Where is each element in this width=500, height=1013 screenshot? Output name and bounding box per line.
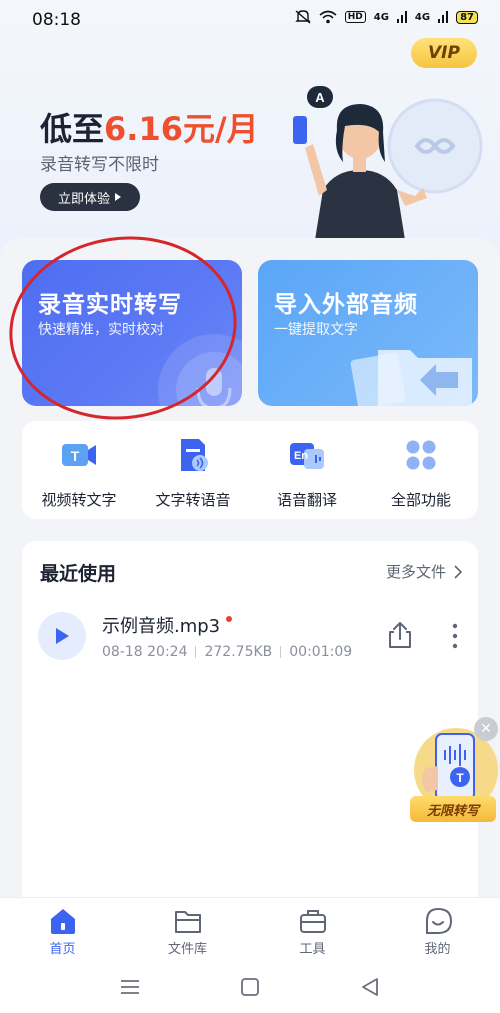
floating-promo-close-icon[interactable]: ✕ <box>474 717 498 741</box>
promo-title-prefix: 低至 <box>40 110 105 148</box>
tool-all-features[interactable]: 全部功能 <box>364 421 478 519</box>
promo-price: 6.16元/月 <box>104 110 259 148</box>
import-audio-card[interactable]: 导入外部音频 一键提取文字 <box>258 260 478 406</box>
nav-profile-label: 我的 <box>424 942 451 957</box>
file-duration: 00:01:09 <box>289 644 353 660</box>
microphone-icon <box>158 334 242 406</box>
nav-library-label: 文件库 <box>167 942 207 957</box>
meta-divider <box>280 646 282 658</box>
more-options-icon[interactable] <box>448 621 462 651</box>
status-bar: 08:18 HD 4G 4G 87 <box>0 0 500 40</box>
tool-voice-translate[interactable]: En 语音翻译 <box>250 421 364 519</box>
battery-indicator: 87 <box>456 10 478 24</box>
promo-title: 低至6.16元/月 <box>40 104 259 150</box>
folder-import-icon <box>350 350 472 406</box>
new-dot <box>226 616 233 622</box>
hero-illustration: A <box>293 86 483 240</box>
file-name-text: 示例音频.mp3 <box>102 616 221 637</box>
play-triangle-icon <box>115 193 121 201</box>
more-files-link[interactable]: 更多文件 <box>386 561 462 582</box>
system-nav-bar <box>0 961 500 1013</box>
all-features-icon <box>406 440 436 470</box>
import-card-subtitle: 一键提取文字 <box>274 322 358 338</box>
vip-badge[interactable]: VIP <box>411 38 477 68</box>
signal-4g-2: 4G <box>414 11 431 23</box>
chevron-right-icon <box>454 564 462 579</box>
status-icons: HD 4G 4G 87 <box>295 10 478 24</box>
record-card-title: 录音实时转写 <box>38 292 182 318</box>
floating-promo-glyph: T <box>456 771 464 785</box>
tool-voice-translate-label: 语音翻译 <box>276 491 337 509</box>
home-icon <box>51 909 75 934</box>
try-now-label: 立即体验 <box>57 191 110 207</box>
folder-icon <box>175 911 201 933</box>
bottom-nav: 首页 文件库 工具 我的 <box>0 897 500 962</box>
nav-tools[interactable]: 工具 <box>250 898 375 962</box>
tool-text-to-speech[interactable]: 文字转语音 <box>136 421 250 519</box>
meta-divider <box>195 646 197 658</box>
mute-icon <box>295 10 311 24</box>
file-date: 08-18 20:24 <box>102 644 188 660</box>
text-to-speech-icon <box>181 439 208 471</box>
video-to-text-icon: T <box>62 444 96 466</box>
nav-tools-label: 工具 <box>299 942 326 957</box>
floating-promo-label[interactable]: 无限转写 <box>410 796 496 822</box>
tool-video-to-text-label: 视频转文字 <box>41 491 117 509</box>
record-transcribe-card[interactable]: 录音实时转写 快速精准，实时校对 <box>22 260 242 406</box>
try-now-button[interactable]: 立即体验 <box>40 183 140 211</box>
video-to-text-glyph: T <box>71 448 80 464</box>
file-row[interactable]: 示例音频.mp3 08-18 20:24 272.75KB 00:01:09 <box>22 607 478 667</box>
more-files-label: 更多文件 <box>385 563 446 581</box>
recent-title: 最近使用 <box>40 563 117 585</box>
recent-apps-icon[interactable] <box>118 975 142 999</box>
file-size: 272.75KB <box>204 644 273 660</box>
play-button[interactable] <box>38 612 86 660</box>
status-time: 08:18 <box>32 10 81 30</box>
tools-row: T 视频转文字 文字转语音 En 语音翻译 全部功能 <box>22 421 478 519</box>
wifi-icon <box>319 10 337 24</box>
file-meta: 08-18 20:24 272.75KB 00:01:09 <box>102 644 352 660</box>
share-icon[interactable] <box>385 620 415 650</box>
home-button-icon[interactable] <box>238 975 262 999</box>
voice-translate-icon: En <box>290 443 324 469</box>
nav-home[interactable]: 首页 <box>0 898 125 962</box>
signal-bars-icon-2 <box>438 11 449 23</box>
tool-text-to-speech-label: 文字转语音 <box>155 491 231 509</box>
file-name: 示例音频.mp3 <box>102 612 233 638</box>
nav-home-label: 首页 <box>49 942 76 957</box>
import-card-title: 导入外部音频 <box>274 292 418 318</box>
play-icon <box>56 628 69 644</box>
nav-library[interactable]: 文件库 <box>125 898 250 962</box>
nav-profile[interactable]: 我的 <box>375 898 500 962</box>
toolbox-icon <box>300 910 326 933</box>
voice-translate-glyph: En <box>294 450 308 462</box>
promo-subtitle: 录音转写不限时 <box>40 155 159 175</box>
back-icon[interactable] <box>358 975 382 999</box>
tool-all-features-label: 全部功能 <box>390 491 451 509</box>
bubble-letter: A <box>315 90 325 105</box>
signal-4g-1: 4G <box>373 11 389 23</box>
signal-bars-icon-1 <box>396 11 407 23</box>
profile-icon <box>426 907 453 934</box>
tool-video-to-text[interactable]: T 视频转文字 <box>22 421 136 519</box>
hd-indicator: HD <box>344 11 366 23</box>
